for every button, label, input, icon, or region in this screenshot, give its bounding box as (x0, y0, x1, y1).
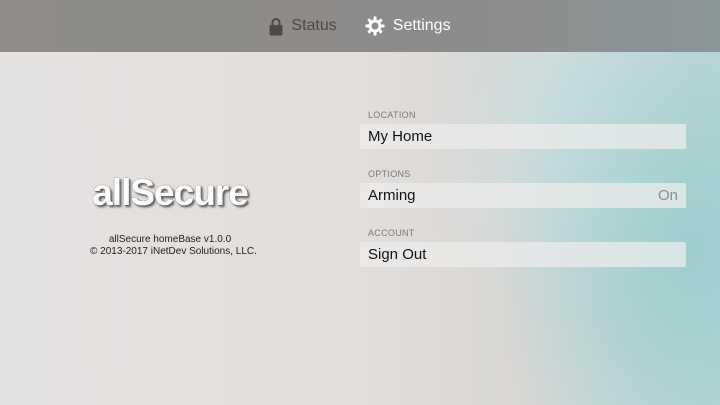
location-label: My Home (368, 128, 433, 145)
section-header-account: ACCOUNT (368, 228, 415, 238)
settings-list: LOCATION My Home OPTIONS Arming On ACCOU… (360, 110, 686, 267)
arming-value: On (657, 187, 678, 204)
version-text: allSecure homeBase v1.0.0 (108, 234, 232, 245)
tab-settings-label: Settings (392, 17, 451, 34)
top-nav-bar: Status Settings (0, 0, 720, 52)
copyright-text: © 2013-2017 iNetDev Solutions, LLC. (90, 246, 257, 257)
tab-status[interactable]: Status (269, 17, 337, 36)
tab-settings[interactable]: Settings (365, 16, 451, 36)
sign-out-label: Sign Out (368, 246, 427, 263)
section-header-options: OPTIONS (368, 169, 411, 179)
section-header-location: LOCATION (368, 110, 416, 120)
app-logo: allSecure (92, 172, 249, 213)
arming-row[interactable]: Arming On (360, 183, 686, 208)
gear-icon (365, 16, 385, 36)
location-row[interactable]: My Home (360, 124, 686, 149)
lock-icon (269, 17, 283, 36)
sign-out-row[interactable]: Sign Out (360, 242, 686, 267)
arming-label: Arming (368, 187, 416, 204)
app-branding: allSecure allSecure homeBase v1.0.0 © 20… (90, 172, 257, 258)
tab-bar: Status Settings (0, 0, 720, 52)
tab-status-label: Status (291, 17, 337, 34)
